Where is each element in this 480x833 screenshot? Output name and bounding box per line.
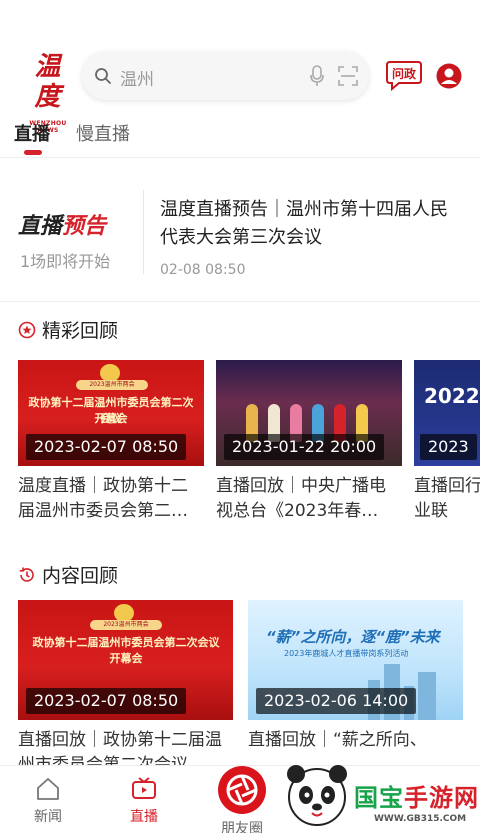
video-timestamp: 2023-01-22 20:00 bbox=[224, 434, 385, 460]
logo-text: 温度 bbox=[34, 52, 62, 112]
thumb-pill-text: 2023温州市两会 bbox=[89, 381, 135, 388]
watermark-green: 国宝 bbox=[354, 784, 404, 812]
live-notice-time: 02-08 08:50 bbox=[160, 262, 246, 278]
nav-item-live[interactable]: 直播 bbox=[114, 776, 174, 826]
camera-aperture-icon bbox=[218, 766, 266, 814]
video-timestamp: 2023-02-07 08:50 bbox=[26, 688, 187, 714]
highlight-card[interactable]: 2023-01-22 20:00 直播回放｜中央广播电视总台《2023年春… bbox=[216, 360, 402, 524]
nav-label: 直播 bbox=[130, 809, 158, 825]
live-notice-title[interactable]: 温度直播预告｜温州市第十四届人民代表大会第三次会议 bbox=[160, 196, 460, 252]
section-title: 精彩回顾 bbox=[42, 320, 119, 342]
section-highlights-header: 精彩回顾 bbox=[18, 316, 118, 343]
video-thumbnail[interactable]: “薪”之所向，逐“鹿”未来 2023年鹿城人才直播带岗系列活动 2023-02-… bbox=[248, 600, 463, 720]
search-input[interactable]: 温州 bbox=[120, 65, 154, 90]
card-title[interactable]: 直播回放｜中央广播电视总台《2023年春… bbox=[216, 474, 402, 524]
video-timestamp: 2023-02-06 14:00 bbox=[256, 688, 417, 714]
thumb-year: 2022 bbox=[424, 384, 480, 408]
divider bbox=[143, 190, 144, 274]
live-notice-count: 1场即将开始 bbox=[20, 252, 111, 271]
search-icon bbox=[95, 68, 111, 84]
watermark-url: WWW.GB315.COM bbox=[374, 814, 467, 824]
badge-part-preview: 预告 bbox=[62, 214, 107, 239]
watermark-red: 手游网 bbox=[404, 784, 479, 812]
live-tabs: 直播 慢直播 bbox=[0, 112, 480, 158]
wenzheng-label: 问政 bbox=[392, 66, 417, 81]
tab-slow-live[interactable]: 慢直播 bbox=[76, 120, 130, 146]
highlight-card[interactable]: 2023温州市两会 政协第十二届温州市委员会第二次会议 开幕会 2023-02-… bbox=[18, 360, 204, 524]
history-clock-icon bbox=[19, 567, 34, 582]
nav-item-friends[interactable]: 朋友圈 bbox=[212, 766, 272, 833]
nav-label: 朋友圈 bbox=[221, 821, 263, 833]
home-icon bbox=[37, 778, 59, 800]
content-card[interactable]: “薪”之所向，逐“鹿”未来 2023年鹿城人才直播带岗系列活动 2023-02-… bbox=[248, 600, 463, 778]
building-shape bbox=[418, 672, 436, 720]
video-thumbnail[interactable]: 2023温州市两会 政协第十二届温州市委员会第二次会议 开幕会 2023-02-… bbox=[18, 600, 233, 720]
video-timestamp: 2023-02-07 08:50 bbox=[26, 434, 187, 460]
thumb-pill: 2023温州市两会 bbox=[90, 620, 162, 630]
live-tv-icon bbox=[132, 777, 156, 799]
thumb-pill: 2023温州市两会 bbox=[76, 380, 148, 390]
content-card[interactable]: 2023温州市两会 政协第十二届温州市委员会第二次会议 开幕会 2023-02-… bbox=[18, 600, 233, 778]
thumb-pill-text: 2023温州市两会 bbox=[103, 621, 149, 628]
badge-part-live: 直播 bbox=[18, 214, 63, 239]
highlight-card[interactable]: 2022 2023 直播回行业联 bbox=[414, 360, 480, 524]
card-title[interactable]: 直播回行业联 bbox=[414, 474, 480, 524]
thumb-line1: 政协第十二届温州市委员会第二次会议 bbox=[32, 636, 220, 649]
wenzheng-icon[interactable]: 问政 bbox=[385, 58, 423, 92]
tab-live[interactable]: 直播 bbox=[14, 120, 50, 146]
section-content-header: 内容回顾 bbox=[18, 561, 118, 588]
video-thumbnail[interactable]: 2023-01-22 20:00 bbox=[216, 360, 402, 466]
video-thumbnail[interactable]: 2023温州市两会 政协第十二届温州市委员会第二次会议 开幕会 2023-02-… bbox=[18, 360, 204, 466]
watermark-text: 国宝手游网 bbox=[354, 778, 479, 813]
video-thumbnail[interactable]: 2022 2023 bbox=[414, 360, 480, 466]
thumb-line1: “薪”之所向，逐“鹿”未来 bbox=[266, 628, 440, 646]
search-bar[interactable]: 温州 bbox=[82, 52, 369, 100]
site-watermark: 国宝手游网 WWW.GB315.COM bbox=[282, 758, 480, 833]
live-notice[interactable]: 直播预告 1场即将开始 温度直播预告｜温州市第十四届人民代表大会第三次会议 02… bbox=[0, 158, 480, 302]
nav-item-news[interactable]: 新闻 bbox=[18, 776, 78, 826]
thumb-line2: 2023年鹿城人才直播带岗系列活动 bbox=[284, 649, 409, 658]
section-title: 内容回顾 bbox=[42, 565, 119, 587]
card-title[interactable]: 温度直播｜政协第十二届温州市委员会第二… bbox=[18, 474, 204, 524]
app-logo[interactable]: 温度 WENZHOU NEWS bbox=[22, 52, 74, 134]
header: 温度 WENZHOU NEWS 温州 问政 bbox=[0, 0, 480, 134]
nav-label: 新闻 bbox=[34, 809, 62, 825]
live-notice-badge: 直播预告 bbox=[18, 208, 106, 240]
panda-logo-icon bbox=[287, 765, 347, 826]
star-badge-icon bbox=[18, 321, 36, 338]
user-avatar-icon[interactable] bbox=[436, 63, 462, 89]
scan-icon[interactable] bbox=[338, 66, 358, 86]
video-timestamp: 2023 bbox=[420, 434, 477, 460]
microphone-icon[interactable] bbox=[310, 65, 324, 87]
thumb-line2: 开幕会 bbox=[109, 652, 143, 665]
logo-decoration bbox=[42, 85, 56, 91]
tab-indicator bbox=[24, 150, 42, 155]
thumb-line2: 开幕会 bbox=[94, 412, 128, 425]
